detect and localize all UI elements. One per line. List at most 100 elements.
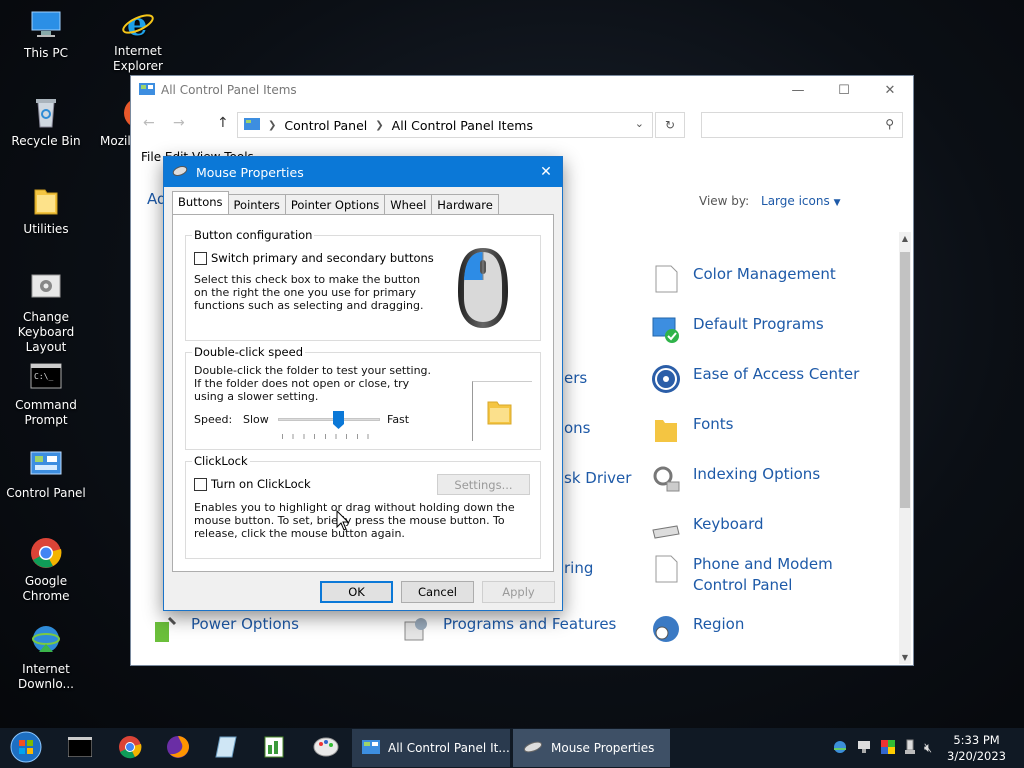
scrollbar-thumb[interactable] — [900, 252, 910, 508]
color-app-icon[interactable] — [880, 739, 896, 758]
region-icon — [651, 614, 681, 644]
tab-pointers[interactable]: Pointers — [227, 194, 286, 214]
clock[interactable]: 5:33 PM 3/20/2023 — [947, 732, 1006, 764]
cp-item-color-management[interactable]: Color Management — [651, 264, 836, 294]
test-folder[interactable] — [472, 381, 532, 441]
tab-hardware[interactable]: Hardware — [431, 194, 499, 214]
start-button[interactable] — [2, 728, 50, 768]
view-by-dropdown[interactable]: Large icons — [761, 194, 830, 208]
cp-item-keyboard[interactable]: Keyboard — [651, 514, 764, 544]
programs-features-icon — [401, 614, 431, 644]
dialog-close-button[interactable]: ✕ — [534, 160, 558, 184]
taskbar-notepad[interactable] — [202, 728, 250, 768]
speed-slider-track[interactable] — [278, 418, 380, 421]
cp-item-default-programs[interactable]: Default Programs — [651, 314, 824, 344]
cp-item-partial[interactable]: ers — [564, 368, 587, 389]
chevron-down-icon[interactable]: ⌄ — [635, 117, 644, 130]
search-input[interactable]: ⚲ — [701, 112, 903, 138]
desktop-icon-mozilla[interactable]: Mozil — [92, 96, 132, 149]
refresh-button[interactable]: ↻ — [655, 112, 685, 138]
mouse-properties-dialog[interactable]: Mouse Properties ✕ Buttons Pointers Poin… — [163, 156, 563, 611]
chevron-down-icon[interactable]: ▼ — [834, 198, 841, 208]
cp-item-phone-modem[interactable]: Phone and Modem Control Panel — [651, 554, 871, 596]
desktop-icon-internet-explorer[interactable]: e Internet Explorer — [92, 5, 184, 74]
network-globe-icon[interactable] — [832, 739, 848, 758]
desktop-icon-label: Recycle Bin — [11, 134, 81, 148]
forward-arrow-icon[interactable]: → — [173, 115, 185, 131]
close-button[interactable]: ✕ — [867, 76, 913, 104]
control-panel-icon — [362, 739, 380, 757]
cp-item-power-options[interactable]: Power Options — [149, 614, 299, 644]
double-click-speed-group: Double-click speed Double-click the fold… — [185, 345, 541, 450]
desktop-icon-internet-download[interactable]: Internet Downlo... — [0, 624, 92, 692]
network-icon[interactable] — [856, 739, 872, 758]
desktop-icon-label: Internet Explorer — [113, 44, 163, 73]
cancel-button[interactable]: Cancel — [401, 581, 474, 603]
maximize-button[interactable]: ☐ — [821, 76, 867, 104]
cp-item-fonts[interactable]: Fonts — [651, 414, 733, 444]
ok-button[interactable]: OK — [320, 581, 393, 603]
taskbar-command-prompt[interactable] — [56, 728, 104, 768]
apply-button[interactable]: Apply — [482, 581, 555, 603]
clicklock-checkbox[interactable]: Turn on ClickLock — [194, 477, 311, 491]
desktop-icon-recycle-bin[interactable]: Recycle Bin — [0, 96, 92, 149]
minimize-button[interactable]: — — [775, 76, 821, 104]
desktop-icon-label: Utilities — [23, 222, 69, 236]
address-bar[interactable]: ❯ Control Panel ❯ All Control Panel Item… — [237, 112, 653, 138]
desktop-icon-control-panel[interactable]: Control Panel — [0, 448, 92, 501]
power-options-icon — [149, 614, 179, 644]
cp-item-programs-features[interactable]: Programs and Features — [401, 614, 616, 644]
up-arrow-icon[interactable]: ↑ — [217, 115, 229, 131]
desktop-icon-utilities[interactable]: Utilities — [0, 184, 92, 237]
back-arrow-icon[interactable]: ← — [143, 115, 155, 131]
scroll-up-icon[interactable]: ▲ — [899, 234, 911, 243]
desktop-icon-this-pc[interactable]: This PC — [0, 8, 92, 61]
taskbar-chrome[interactable] — [106, 728, 154, 768]
cp-item-partial[interactable]: ons — [564, 418, 591, 439]
desktop-icon-google-chrome[interactable]: Google Chrome — [0, 536, 92, 604]
taskbar-window-control-panel[interactable]: All Control Panel It... — [352, 729, 510, 767]
tab-pointer-options[interactable]: Pointer Options — [284, 194, 386, 214]
breadcrumb-control-panel[interactable]: Control Panel — [284, 118, 367, 133]
speed-label: Speed: — [194, 413, 233, 426]
dialog-titlebar[interactable]: Mouse Properties — [164, 157, 562, 187]
desktop-icon-change-keyboard-layout[interactable]: Change Keyboard Layout — [0, 272, 92, 355]
volume-muted-icon[interactable]: 🔇︎ — [924, 741, 932, 756]
taskbar-firefox[interactable] — [154, 728, 202, 768]
cp-item-partial[interactable]: sk Driver — [564, 468, 631, 489]
cp-item-ease-of-access[interactable]: Ease of Access Center — [651, 364, 859, 394]
clicklock-settings-button[interactable]: Settings... — [437, 474, 530, 495]
taskbar-paint[interactable] — [302, 728, 350, 768]
ease-of-access-icon — [651, 364, 681, 394]
view-by-label: View by: — [699, 194, 750, 208]
checkbox-box[interactable] — [194, 477, 207, 491]
switch-buttons-checkbox[interactable]: Switch primary and secondary buttons — [194, 251, 434, 265]
mouse-icon — [523, 741, 543, 756]
color-management-icon — [651, 264, 681, 294]
cp-item-label: Indexing Options — [693, 465, 821, 483]
speed-slider-thumb[interactable] — [333, 411, 344, 429]
cp-item-indexing-options[interactable]: Indexing Options — [651, 464, 820, 494]
tab-wheel[interactable]: Wheel — [384, 194, 433, 214]
indexing-options-icon — [651, 464, 681, 494]
taskbar-window-mouse-properties[interactable]: Mouse Properties — [513, 729, 670, 767]
desktop-icon-label: Command Prompt — [15, 398, 77, 427]
checkbox-box[interactable] — [194, 251, 207, 265]
scroll-down-icon[interactable]: ▼ — [899, 653, 911, 662]
usb-device-icon[interactable] — [904, 739, 916, 758]
vertical-scrollbar[interactable]: ▲ ▼ — [899, 232, 911, 664]
computer-icon — [29, 8, 63, 42]
refresh-icon: ↻ — [664, 118, 676, 132]
spreadsheet-icon — [262, 735, 286, 762]
command-prompt-icon — [67, 736, 93, 760]
mouse-cursor-icon — [336, 509, 350, 535]
cp-item-label: Ease of Access Center — [693, 365, 860, 383]
tab-buttons[interactable]: Buttons — [172, 191, 229, 214]
desktop-icon-command-prompt[interactable]: C:\_ Command Prompt — [0, 360, 92, 428]
svg-text:e: e — [127, 6, 147, 40]
cp-item-partial[interactable]: ring — [564, 558, 593, 579]
notepad-icon — [214, 735, 238, 762]
breadcrumb-all-items[interactable]: All Control Panel Items — [392, 118, 533, 133]
cp-item-region[interactable]: Region — [651, 614, 744, 644]
taskbar-spreadsheet[interactable] — [250, 728, 298, 768]
